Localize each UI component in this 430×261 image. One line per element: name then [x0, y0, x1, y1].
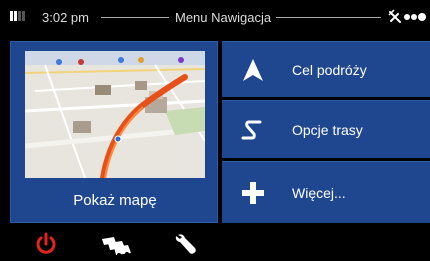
route-s-icon — [241, 120, 262, 140]
traffic-icon[interactable] — [100, 231, 132, 257]
bottom-bar — [0, 226, 430, 261]
satellite-icon — [388, 9, 401, 23]
destination-button[interactable]: Cel podróży — [222, 41, 430, 97]
clock-time: 3:02 pm — [42, 10, 89, 25]
wrench-icon[interactable] — [173, 231, 199, 257]
plus-icon — [242, 182, 264, 204]
route-options-button[interactable]: Opcje trasy — [222, 100, 430, 158]
show-map-button[interactable]: Pokaż mapę — [10, 41, 218, 223]
gps-status-dots-icon — [404, 13, 428, 22]
status-bar: 3:02 pm Menu Nawigacja — [0, 0, 430, 34]
destination-label: Cel podróży — [292, 62, 367, 78]
show-map-label: Pokaż mapę — [73, 192, 157, 209]
more-label: Więcej... — [292, 185, 346, 201]
map-preview — [25, 51, 205, 178]
signal-icon — [10, 11, 30, 21]
navigation-arrow-icon — [243, 59, 263, 81]
divider — [101, 17, 169, 18]
power-icon[interactable] — [33, 231, 59, 257]
more-button[interactable]: Więcej... — [222, 161, 430, 223]
route-options-label: Opcje trasy — [292, 122, 363, 138]
divider — [276, 17, 381, 18]
page-title: Menu Nawigacja — [175, 10, 272, 25]
